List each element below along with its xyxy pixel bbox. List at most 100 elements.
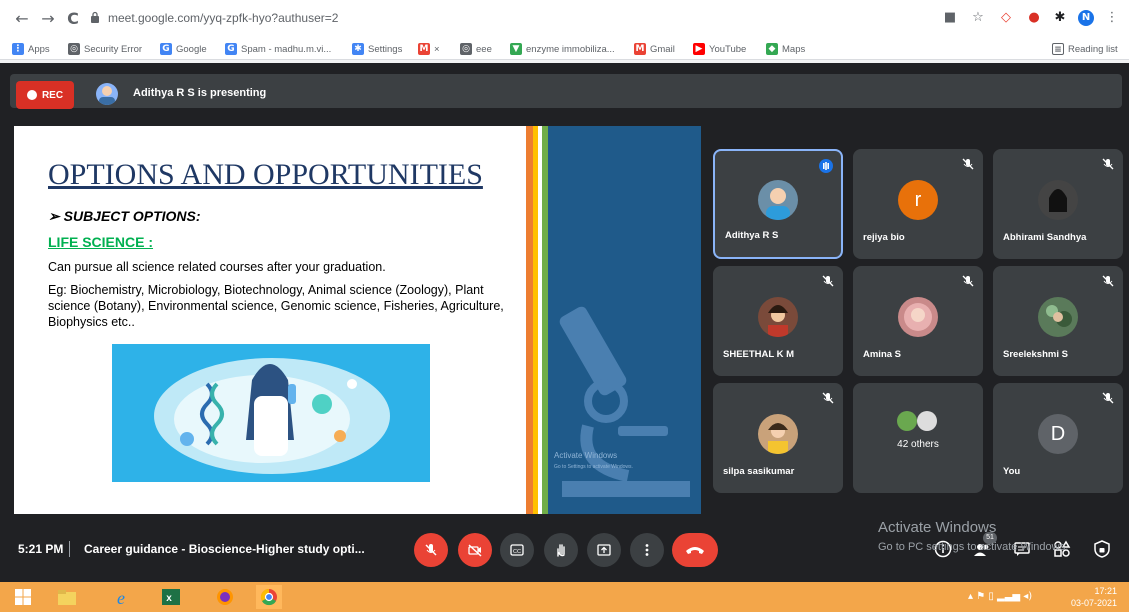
participant-tile-adithya[interactable]: Adithya R S <box>713 149 843 259</box>
lock-icon <box>91 11 99 23</box>
enzyme-icon: ▼ <box>510 43 522 55</box>
participant-avatar <box>758 180 798 220</box>
forward-button[interactable]: → <box>38 9 58 29</box>
participant-tile-silpa[interactable]: silpa sasikumar <box>713 383 843 493</box>
camera-indicator-icon[interactable]: ■ <box>942 10 958 26</box>
windows-watermark: Activate Windows <box>878 519 997 536</box>
meeting-time: 5:21 PM <box>18 542 64 556</box>
puzzle-icon[interactable]: ✱ <box>1052 10 1068 26</box>
system-tray-icons[interactable]: ▴ ⚑ ▯ ▂▃▅ ◂) <box>968 591 1032 602</box>
participant-tile-abhirami[interactable]: Abhirami Sandhya <box>993 149 1123 259</box>
profile-avatar[interactable]: N <box>1078 10 1094 26</box>
firefox-button[interactable] <box>212 585 238 609</box>
bookmark-gmail-x[interactable]: M × <box>418 41 440 57</box>
bookmark-spam[interactable]: G Spam - madhu.m.vi... <box>225 41 331 57</box>
mic-off-icon <box>1102 392 1114 404</box>
svg-text:CC: CC <box>513 549 521 555</box>
participant-name: rejiya bio <box>863 232 905 243</box>
globe-icon: ◎ <box>460 43 472 55</box>
bookmark-security-error[interactable]: ◎ Security Error <box>68 41 142 57</box>
captions-icon: CC <box>510 544 524 556</box>
present-now-button[interactable] <box>587 533 621 567</box>
windows-taskbar: e x ▴ ⚑ ▯ ▂▃▅ ◂) 17:21 03-07-2021 <box>0 582 1129 612</box>
file-explorer-button[interactable] <box>54 585 80 609</box>
participant-tile-rejiya[interactable]: r rejiya bio <box>853 149 983 259</box>
clock-time: 17:21 <box>1094 586 1117 596</box>
presenting-text: Adithya R S is presenting <box>133 87 267 99</box>
camera-off-icon <box>468 544 482 557</box>
recording-badge: REC <box>16 81 74 109</box>
menu-kebab-icon[interactable]: ⋮ <box>1104 10 1120 26</box>
participant-avatar <box>898 297 938 337</box>
bookmark-star-icon[interactable]: ☆ <box>970 10 986 26</box>
start-button[interactable] <box>10 585 36 609</box>
mic-off-icon <box>962 158 974 170</box>
maps-icon: ◆ <box>766 43 778 55</box>
internet-explorer-button[interactable]: e <box>108 585 134 609</box>
scientist-illustration <box>112 344 430 482</box>
bookmark-settings[interactable]: ✱ Settings <box>352 41 402 57</box>
bookmark-maps[interactable]: ◆ Maps <box>766 41 805 57</box>
gmail-icon: M <box>418 43 430 55</box>
participant-tile-amina[interactable]: Amina S <box>853 266 983 376</box>
google-icon: G <box>160 43 172 55</box>
participant-name: You <box>1003 466 1021 477</box>
meeting-title: Career guidance - Bioscience-Higher stud… <box>84 542 365 556</box>
raise-hand-button[interactable] <box>544 533 578 567</box>
mic-off-icon <box>822 275 834 287</box>
windows-logo-icon <box>15 589 31 605</box>
participant-tile-others[interactable]: 42 others <box>853 383 983 493</box>
bookmark-gmail[interactable]: M Gmail <box>634 41 675 57</box>
chrome-button[interactable] <box>256 585 282 609</box>
record-dot-icon <box>26 90 37 100</box>
host-controls-icon[interactable] <box>1093 540 1111 558</box>
mic-off-icon <box>1102 158 1114 170</box>
mic-off-icon <box>425 544 437 556</box>
captions-button[interactable]: CC <box>500 533 534 567</box>
participant-tile-you[interactable]: D You <box>993 383 1123 493</box>
participant-tile-sheethal[interactable]: SHEETHAL K M <box>713 266 843 376</box>
bookmark-google[interactable]: G Google <box>160 41 207 57</box>
camera-toggle-button[interactable] <box>458 533 492 567</box>
slide-side-panel: Activate Windows Go to Settings to activ… <box>548 126 701 514</box>
reading-list-icon: ≡ <box>1052 43 1064 55</box>
url-text: meet.google.com/yyq-zpfk-hyo?authuser=2 <box>108 11 339 25</box>
chrome-icon <box>260 588 277 606</box>
globe-icon: ◎ <box>68 43 80 55</box>
reload-button[interactable]: C <box>63 9 83 29</box>
more-options-button[interactable] <box>630 533 664 567</box>
participant-avatar <box>1038 180 1078 220</box>
subject-options-heading: ➢ SUBJECT OPTIONS: <box>48 208 201 224</box>
participant-name: Abhirami Sandhya <box>1003 232 1087 243</box>
participant-avatar <box>758 414 798 454</box>
excel-button[interactable]: x <box>158 585 184 609</box>
bookmark-enzyme[interactable]: ▼ enzyme immobiliza... <box>510 41 615 57</box>
folder-icon <box>58 590 76 605</box>
back-button[interactable]: ← <box>12 9 32 29</box>
bookmark-apps[interactable]: ⋮ Apps <box>12 41 50 57</box>
presentation-slide: OPTIONS AND OPPORTUNITIES ➢ SUBJECT OPTI… <box>14 126 701 514</box>
mic-off-icon <box>962 275 974 287</box>
bookmark-eee[interactable]: ◎ eee <box>460 41 492 57</box>
participant-tile-sreelekshmi[interactable]: Sreelekshmi S <box>993 266 1123 376</box>
phone-hangup-icon <box>686 547 704 554</box>
slide-examples: Eg: Biochemistry, Microbiology, Biotechn… <box>48 283 504 329</box>
presenter-avatar <box>96 83 118 105</box>
taskbar-clock[interactable]: 17:21 03-07-2021 <box>1071 585 1117 609</box>
activate-windows-slide-text: Activate Windows <box>554 451 617 460</box>
speaking-indicator-icon <box>819 159 833 173</box>
google-icon: G <box>225 43 237 55</box>
others-avatar-2 <box>917 411 937 431</box>
browser-chrome: ← → C meet.google.com/yyq-zpfk-hyo?authu… <box>0 0 1129 63</box>
bookmarks-bar: ⋮ Apps ◎ Security Error G Google G Spam - ma… <box>0 38 1129 60</box>
bookmark-youtube[interactable]: ▶ YouTube <box>693 41 746 57</box>
extension-red-icon[interactable]: ● <box>1026 10 1042 26</box>
participant-avatar: D <box>1038 414 1078 454</box>
leave-call-button[interactable] <box>672 533 718 567</box>
reading-list[interactable]: ≡ Reading list <box>1052 41 1118 57</box>
participant-avatar <box>758 297 798 337</box>
clock-date: 03-07-2021 <box>1070 598 1117 608</box>
slide-accent-stripes <box>526 126 548 514</box>
extension-icon[interactable]: ◇ <box>998 10 1014 26</box>
mic-toggle-button[interactable] <box>414 533 448 567</box>
